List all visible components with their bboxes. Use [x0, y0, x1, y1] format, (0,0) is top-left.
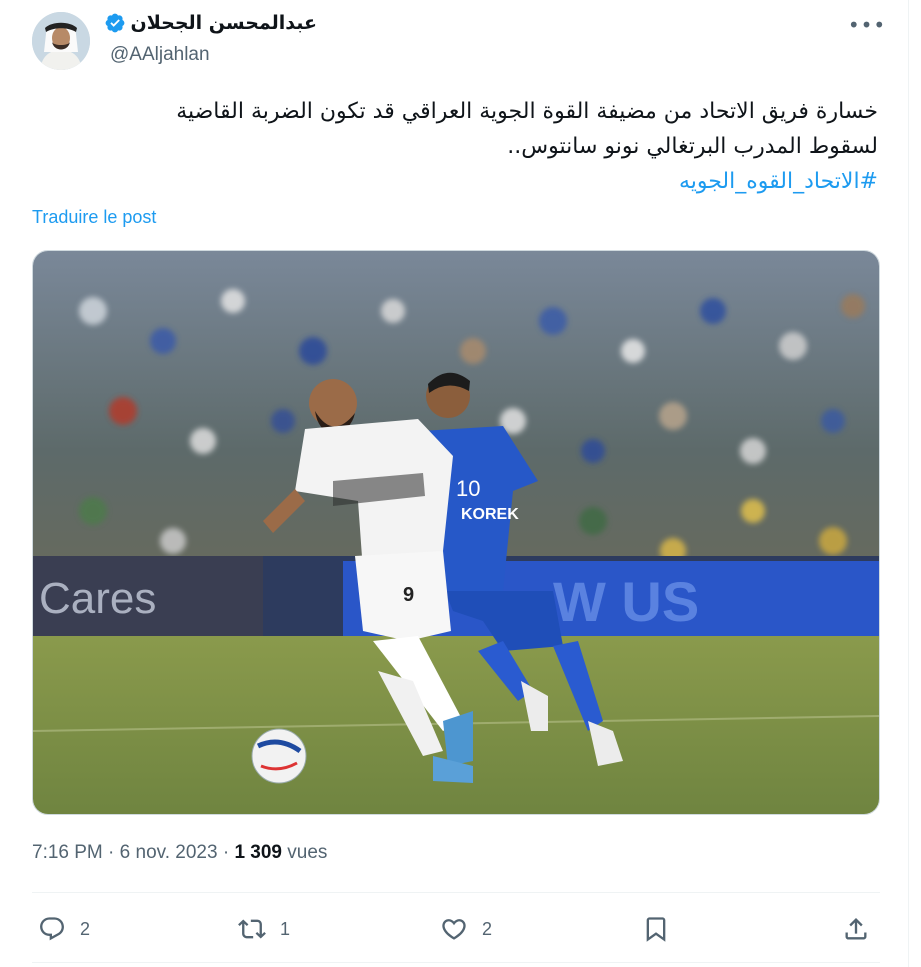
- action-bar: 2 1 2: [32, 905, 880, 953]
- repost-icon: [238, 919, 266, 939]
- reply-icon: [40, 917, 64, 941]
- author-name-row[interactable]: عبدالمحسن الجحلان: [104, 12, 317, 34]
- board-right-text: W US: [553, 570, 699, 633]
- tweet-text-line-2: لسقوط المدرب البرتغالي نونو سانتوس..: [507, 134, 878, 159]
- bookmark-icon: [646, 917, 666, 942]
- share-icon: [845, 918, 867, 940]
- like-button[interactable]: 2: [440, 905, 492, 953]
- football-match-photo-icon: Cares W US 10 KOREK 9: [33, 251, 879, 814]
- more-options-icon[interactable]: •••: [848, 10, 885, 40]
- tweet-card: عبدالمحسن الجحلان @AAljahlan ••• خسارة ف…: [0, 0, 909, 967]
- meta-separator: ·: [222, 842, 230, 863]
- avatar[interactable]: [32, 12, 90, 70]
- reply-count: 2: [80, 918, 91, 939]
- author-handle[interactable]: @AAljahlan: [110, 44, 210, 66]
- tweet-time[interactable]: 7:16 PM: [32, 842, 103, 863]
- blue-number: 10: [456, 476, 480, 501]
- meta-separator: ·: [108, 842, 115, 863]
- translate-post-link[interactable]: Traduire le post: [32, 207, 156, 228]
- tweet-photo[interactable]: Cares W US 10 KOREK 9: [32, 250, 880, 815]
- white-number: 9: [403, 584, 414, 606]
- reply-button[interactable]: 2: [38, 905, 90, 953]
- tweet-meta: 7:16 PM · 6 nov. 2023 · 1 309 vues: [32, 842, 327, 864]
- sponsor-text: KOREK: [461, 506, 519, 523]
- bookmark-button[interactable]: [642, 905, 670, 953]
- divider: [32, 892, 880, 893]
- author-name[interactable]: عبدالمحسن الجحلان: [130, 12, 317, 34]
- views-count: 1 309: [234, 842, 282, 863]
- hashtag-link[interactable]: #الاتحاد_القوه_الجويه: [679, 169, 878, 194]
- repost-button[interactable]: 1: [238, 905, 290, 953]
- like-count: 2: [482, 918, 493, 939]
- verified-badge-icon: [106, 13, 125, 33]
- board-left-text: Cares: [39, 574, 156, 623]
- tweet-date[interactable]: 6 nov. 2023: [120, 842, 218, 863]
- heart-icon: [442, 919, 466, 940]
- divider: [32, 962, 880, 963]
- tweet-text-line-1: خسارة فريق الاتحاد من مضيفة القوة الجوية…: [176, 99, 878, 124]
- share-button[interactable]: [842, 905, 870, 953]
- views-label: vues: [287, 842, 328, 863]
- tweet-text: خسارة فريق الاتحاد من مضيفة القوة الجوية…: [78, 94, 878, 199]
- repost-count: 1: [280, 918, 291, 939]
